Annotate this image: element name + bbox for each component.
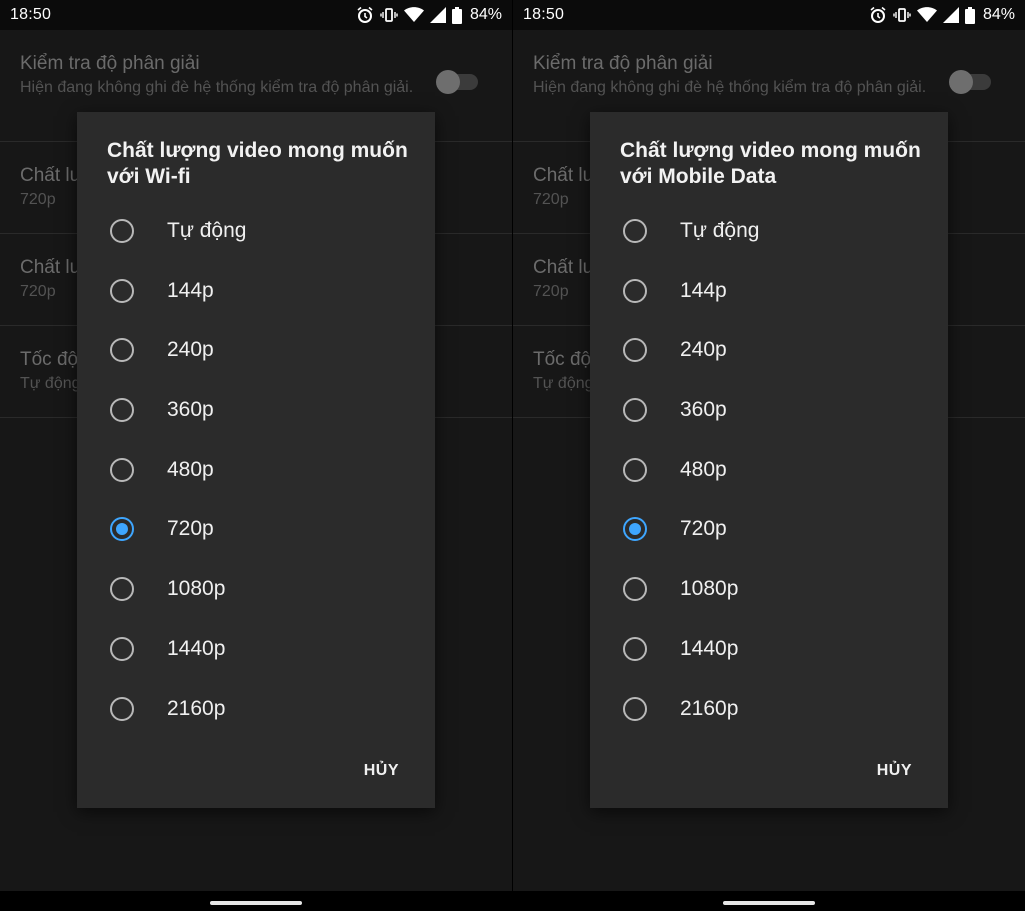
cell-signal-icon: [429, 7, 446, 23]
radio-button[interactable]: [110, 338, 134, 362]
resolution-check-toggle[interactable]: [436, 70, 478, 94]
option-label: 1440p: [167, 637, 226, 660]
battery-percentage: 84%: [469, 6, 502, 23]
radio-button[interactable]: [110, 219, 134, 243]
option-label: 240p: [167, 338, 214, 361]
navigation-bar: [0, 891, 512, 911]
quality-dialog: Chất lượng video mong muốn với Mobile Da…: [590, 112, 948, 808]
option-label: Tự động: [167, 219, 247, 242]
phone-screen-wifi: 18:50 84% Kiểm tra độ phân giải Hiện đan…: [0, 0, 512, 911]
option-720p[interactable]: 720p: [590, 499, 948, 559]
option-label: Tự động: [680, 219, 760, 242]
radio-button-selected[interactable]: [623, 517, 647, 541]
option-label: 240p: [680, 338, 727, 361]
option-1080p[interactable]: 1080p: [590, 559, 948, 619]
toggle-knob: [436, 70, 460, 94]
status-bar: 18:50 84%: [513, 0, 1025, 30]
option-2160p[interactable]: 2160p: [590, 679, 948, 739]
option-label: 480p: [680, 458, 727, 481]
option-1440p[interactable]: 1440p: [590, 619, 948, 679]
quality-dialog: Chất lượng video mong muốn với Wi-fi Tự …: [77, 112, 435, 808]
option-720p[interactable]: 720p: [77, 499, 435, 559]
vibrate-icon: [893, 8, 911, 22]
status-icons: 84%: [869, 6, 1015, 24]
radio-button-selected[interactable]: [110, 517, 134, 541]
wifi-icon: [916, 7, 937, 22]
option-label: 480p: [167, 458, 214, 481]
alarm-icon: [870, 6, 886, 23]
option-240p[interactable]: 240p: [77, 320, 435, 380]
toggle-knob: [949, 70, 973, 94]
vibrate-icon: [380, 8, 398, 22]
battery-icon: [964, 6, 975, 24]
setting-subtitle: Hiện đang không ghi đè hệ thống kiểm tra…: [533, 79, 927, 96]
option-auto[interactable]: Tự động: [590, 201, 948, 261]
option-label: 2160p: [680, 697, 739, 720]
radio-button[interactable]: [623, 577, 647, 601]
radio-button[interactable]: [623, 458, 647, 482]
battery-percentage: 84%: [982, 6, 1015, 23]
option-2160p[interactable]: 2160p: [77, 679, 435, 739]
radio-button[interactable]: [110, 279, 134, 303]
radio-button[interactable]: [623, 279, 647, 303]
cancel-button[interactable]: HỦY: [877, 762, 912, 780]
option-144p[interactable]: 144p: [590, 261, 948, 321]
option-144p[interactable]: 144p: [77, 261, 435, 321]
option-240p[interactable]: 240p: [590, 320, 948, 380]
radio-button[interactable]: [623, 637, 647, 661]
option-1080p[interactable]: 1080p: [77, 559, 435, 619]
resolution-check-toggle[interactable]: [949, 70, 991, 94]
dialog-title: Chất lượng video mong muốn với Mobile Da…: [620, 139, 921, 188]
radio-button[interactable]: [623, 338, 647, 362]
status-icons: 84%: [356, 6, 502, 24]
phone-screen-mobile-data: 18:50 84% Kiểm tra độ phân giải Hiện đan…: [513, 0, 1025, 911]
radio-button[interactable]: [623, 219, 647, 243]
cancel-button[interactable]: HỦY: [364, 762, 399, 780]
wifi-icon: [403, 7, 424, 22]
option-label: 360p: [167, 398, 214, 421]
status-bar: 18:50 84%: [0, 0, 512, 30]
option-480p[interactable]: 480p: [77, 440, 435, 500]
option-360p[interactable]: 360p: [590, 380, 948, 440]
option-label: 1080p: [680, 577, 739, 600]
option-label: 720p: [680, 517, 727, 540]
radio-button[interactable]: [623, 398, 647, 422]
option-label: 720p: [167, 517, 214, 540]
home-gesture-handle[interactable]: [723, 901, 815, 905]
status-time: 18:50: [10, 6, 52, 23]
setting-title: Kiểm tra độ phân giải: [533, 53, 713, 74]
option-label: 360p: [680, 398, 727, 421]
navigation-bar: [513, 891, 1025, 911]
option-label: 1080p: [167, 577, 226, 600]
option-1440p[interactable]: 1440p: [77, 619, 435, 679]
option-360p[interactable]: 360p: [77, 380, 435, 440]
radio-button[interactable]: [110, 458, 134, 482]
option-auto[interactable]: Tự động: [77, 201, 435, 261]
alarm-icon: [357, 6, 373, 23]
setting-subtitle: Hiện đang không ghi đè hệ thống kiểm tra…: [20, 79, 414, 96]
dialog-title: Chất lượng video mong muốn với Wi-fi: [107, 139, 408, 188]
option-label: 2160p: [167, 697, 226, 720]
option-label: 144p: [167, 279, 214, 302]
radio-button[interactable]: [623, 697, 647, 721]
radio-button[interactable]: [110, 637, 134, 661]
option-label: 1440p: [680, 637, 739, 660]
status-time: 18:50: [523, 6, 565, 23]
radio-button[interactable]: [110, 398, 134, 422]
cell-signal-icon: [942, 7, 959, 23]
home-gesture-handle[interactable]: [210, 901, 302, 905]
battery-icon: [451, 6, 462, 24]
setting-title: Kiểm tra độ phân giải: [20, 53, 200, 74]
option-480p[interactable]: 480p: [590, 440, 948, 500]
option-label: 144p: [680, 279, 727, 302]
radio-button[interactable]: [110, 697, 134, 721]
radio-button[interactable]: [110, 577, 134, 601]
